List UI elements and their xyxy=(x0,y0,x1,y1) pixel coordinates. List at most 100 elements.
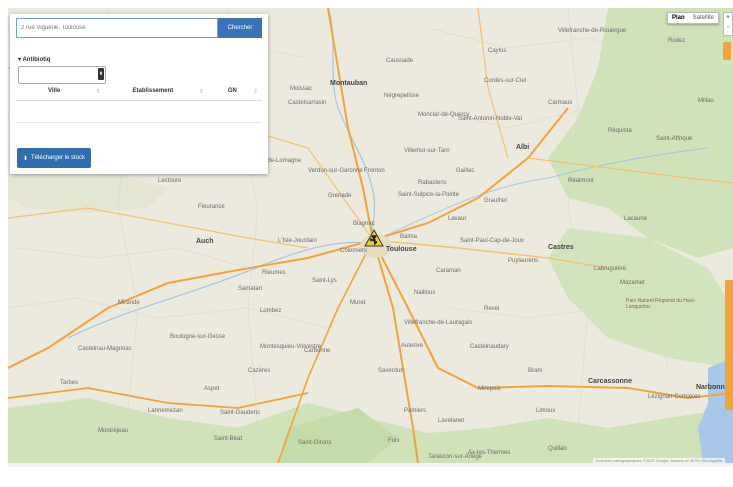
place-label: Saint-Béat xyxy=(214,436,243,442)
column-header-etablissement[interactable]: Etablissement ⇕ xyxy=(105,88,208,100)
place-label: Fronton xyxy=(364,168,385,174)
map-type-satellite-button[interactable]: Satellite xyxy=(689,13,718,23)
place-label: Cordes-sur-Ciel xyxy=(484,78,527,84)
place-label: Lombez xyxy=(260,308,282,314)
search-panel: Chercher ▾ Antibiotiq ⬍ Ville ⇕ Etablisse… xyxy=(10,14,268,174)
street-view-pegman-icon[interactable] xyxy=(723,42,731,60)
place-label: Saint-Paul-Cap-de-Joux xyxy=(460,238,525,244)
place-label: Verdun-sur-Garonne xyxy=(308,168,363,174)
place-label: Auch xyxy=(196,238,214,245)
place-label: Caussade xyxy=(386,58,414,64)
select-arrow-icon: ⬍ xyxy=(98,68,104,80)
download-button-label: Télécharger le stock xyxy=(31,155,86,161)
place-label: Labruguière xyxy=(594,266,627,272)
place-label: Réquista xyxy=(608,128,632,134)
place-label: Graulhet xyxy=(484,198,508,204)
place-label: Rabastens xyxy=(418,180,447,186)
place-label: Monclar-de-Quercy xyxy=(418,112,470,118)
place-label: Carmaux xyxy=(548,100,573,106)
place-label: Caraman xyxy=(436,268,461,274)
download-icon: ⬇ xyxy=(23,155,29,162)
place-label: Blagnac xyxy=(353,221,375,227)
place-label: Villefranche-de-Lauragais xyxy=(404,320,473,326)
column-header-ville[interactable]: Ville ⇕ xyxy=(16,88,105,100)
column-header-label: Etablissement xyxy=(132,88,174,94)
place-label: Pamiers xyxy=(404,408,427,414)
search-input[interactable] xyxy=(16,18,218,38)
table-header: Ville ⇕ Etablissement ⇕ GN ⇕ xyxy=(16,88,262,101)
search-button[interactable]: Chercher xyxy=(218,18,262,38)
place-label: Castres xyxy=(548,244,574,251)
place-label: Montauban xyxy=(330,80,368,87)
map-type-control: Plan Satellite xyxy=(666,12,719,24)
place-label: Lectoure xyxy=(158,178,182,184)
place-label: Montesquieu-Volvestre xyxy=(260,344,322,350)
zoom-control: + - xyxy=(723,12,733,36)
place-label: Lannemezan xyxy=(148,408,183,414)
zoom-in-button[interactable]: + xyxy=(724,13,732,23)
place-label: Quillan xyxy=(548,446,567,452)
place-label: Puylaurens xyxy=(508,258,539,264)
place-label: L'Isle-Jourdain xyxy=(278,238,317,244)
place-label: Rodez xyxy=(668,38,686,44)
antibiotic-select[interactable]: ⬍ xyxy=(18,66,106,84)
column-header-label: Ville xyxy=(48,88,61,94)
place-label: Saint-Affrique xyxy=(656,136,693,142)
sort-icon: ⇕ xyxy=(95,89,101,95)
table-divider xyxy=(16,122,262,123)
place-label: Caylus xyxy=(488,48,507,54)
zoom-out-button[interactable]: - xyxy=(724,23,732,33)
place-label: Revel xyxy=(484,306,500,312)
place-label: Millau xyxy=(698,98,714,104)
place-label: Auterive xyxy=(401,343,424,349)
place-label: Nègrepelisse xyxy=(384,93,420,99)
search-row: Chercher xyxy=(16,18,262,38)
place-label: Fleurance xyxy=(198,204,225,210)
page: Montauban Castelsarrasin Moissac Grenade… xyxy=(0,0,733,487)
column-header-label: GN xyxy=(227,88,237,94)
place-label: Bram xyxy=(528,368,543,374)
place-label: Cazères xyxy=(248,368,271,374)
map-type-plan-button[interactable]: Plan xyxy=(668,13,689,23)
place-label: Rieumes xyxy=(262,270,286,276)
place-label: Muret xyxy=(350,300,366,306)
place-label: Lavaur xyxy=(448,216,467,222)
place-label: Castelsarrasin xyxy=(288,100,327,106)
place-label: Saverdun xyxy=(378,368,404,374)
place-label: Boulogne-sur-Gesse xyxy=(170,334,226,340)
sort-icon: ⇕ xyxy=(198,89,204,95)
section-title[interactable]: ▾ Antibiotiq xyxy=(18,56,50,63)
place-label: Mirande xyxy=(118,300,140,306)
place-label: Saint-Sulpice-la-Pointe xyxy=(398,192,460,198)
place-label: Tarbes xyxy=(60,380,79,386)
place-label: Foix xyxy=(388,438,400,444)
place-label: Villefranche-de-Rouergue xyxy=(558,28,627,34)
place-label: Castelnau-Magnoac xyxy=(78,346,132,352)
place-label: Réalmont xyxy=(568,178,594,184)
download-stock-button[interactable]: ⬇ Télécharger le stock xyxy=(17,148,92,168)
place-label: Saint-Girons xyxy=(298,440,332,446)
place-label: Colomiers xyxy=(340,248,368,254)
place-label: Lacaune xyxy=(624,216,648,222)
place-label: Lavelanet xyxy=(438,418,465,424)
place-label: Mazamet xyxy=(620,280,645,286)
place-label: Mirepoix xyxy=(478,386,501,392)
place-label: Castelnaudary xyxy=(470,344,509,350)
column-header-gn[interactable]: GN ⇕ xyxy=(208,88,262,100)
place-label: Nailloux xyxy=(414,290,436,296)
sort-icon: ⇕ xyxy=(252,89,258,95)
place-label: Gaillac xyxy=(456,168,475,174)
place-label: Samatan xyxy=(238,286,263,292)
place-label: Moissac xyxy=(290,86,313,92)
place-label: Aspet xyxy=(204,386,220,392)
place-label: Tarascon-sur-Ariège xyxy=(428,454,483,460)
place-label: Balma xyxy=(400,234,418,240)
place-label: Parc Naturel Régional du Haut-Languedoc xyxy=(626,298,696,310)
place-label: Grenade xyxy=(328,193,352,199)
place-label: Montréjeau xyxy=(98,428,129,434)
side-panel-tab[interactable] xyxy=(725,280,733,410)
place-label: Limoux xyxy=(536,408,556,414)
place-label: Albi xyxy=(516,144,530,151)
place-label: Lézignan-Corbières xyxy=(648,394,701,400)
place-label: Carcassonne xyxy=(588,378,632,385)
